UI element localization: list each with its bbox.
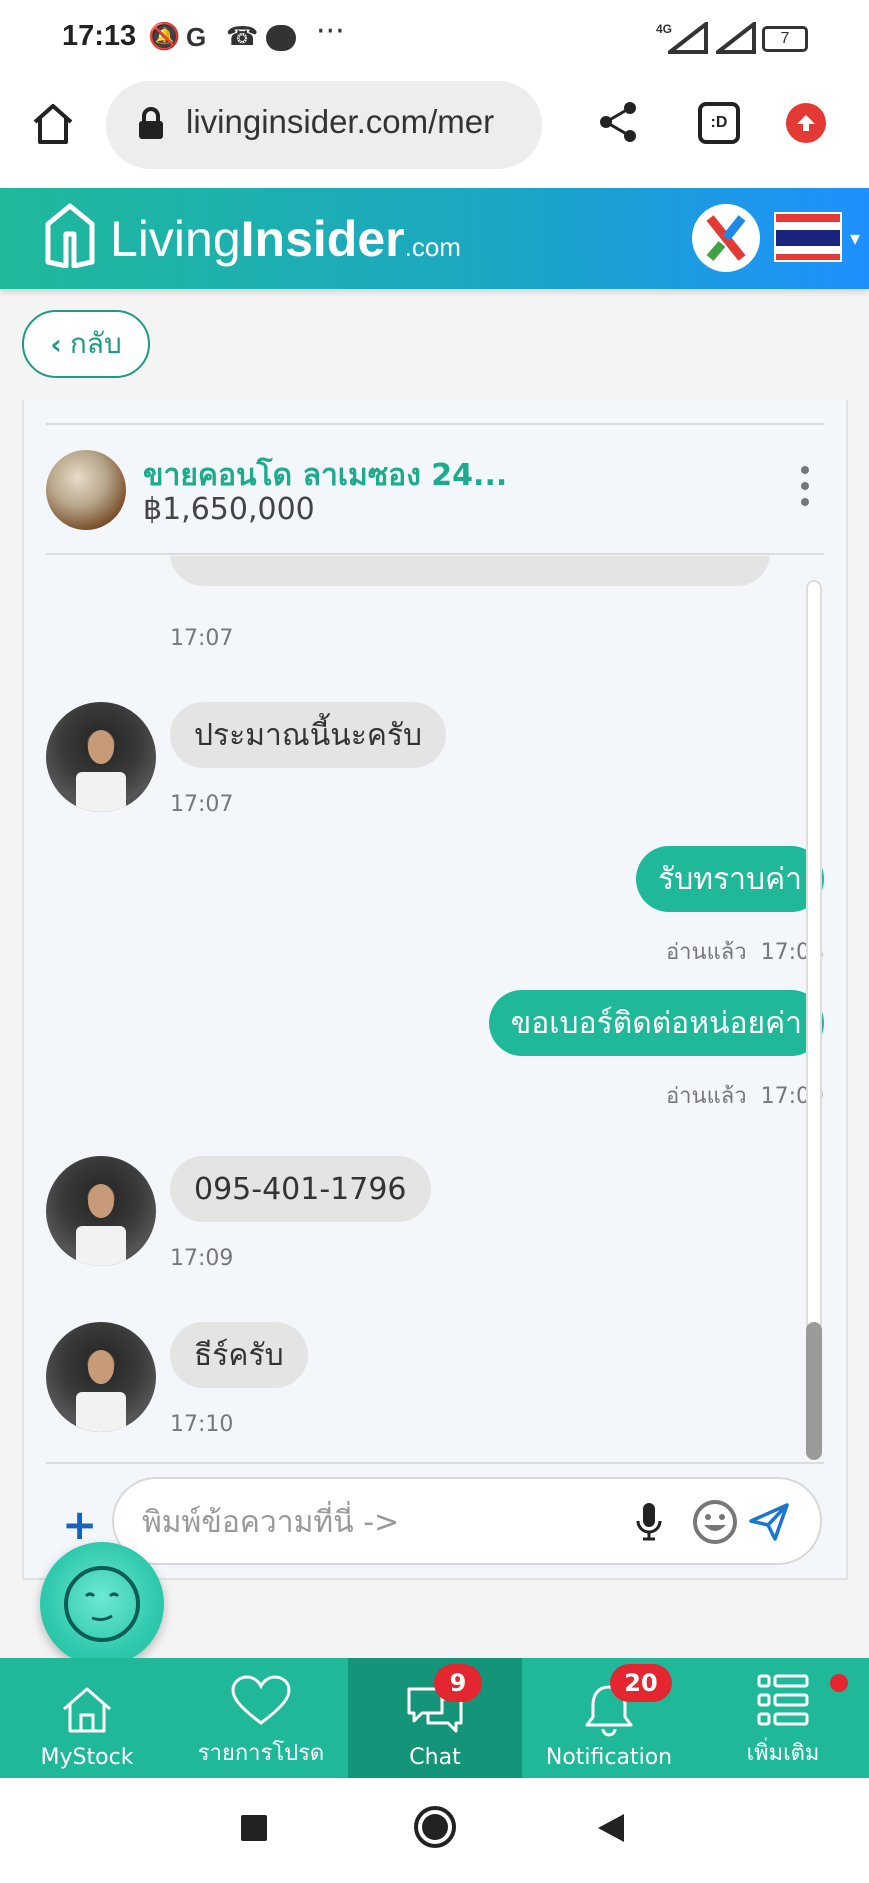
send-icon[interactable]: [748, 1501, 790, 1543]
read-label: อ่านแล้ว: [665, 1084, 747, 1109]
chat-badge: 9: [434, 1664, 482, 1702]
home-button-icon[interactable]: [414, 1806, 456, 1848]
message-bubble[interactable]: 095-401-1796: [170, 1156, 431, 1222]
emoji-icon[interactable]: [692, 1499, 738, 1545]
listing-thumbnail[interactable]: [46, 450, 126, 530]
menu-list-icon: [757, 1674, 809, 1726]
back-button[interactable]: ‹ กลับ: [22, 310, 150, 378]
tabs-icon[interactable]: :D: [698, 102, 740, 144]
bottom-navigation: MyStock รายการโปรด Chat 9 Notification 2…: [0, 1658, 869, 1778]
chevron-left-icon: ‹: [50, 327, 62, 361]
heart-icon: [231, 1675, 291, 1725]
status-time: 17:13: [62, 20, 137, 52]
nav-label: Chat: [409, 1745, 461, 1770]
home-icon[interactable]: [30, 100, 76, 146]
divider: [46, 553, 824, 555]
logo-light: Living: [110, 211, 241, 267]
notification-badge: 20: [610, 1664, 672, 1702]
google-icon: G: [186, 22, 207, 52]
avatar[interactable]: [46, 702, 156, 812]
notification-muted-icon: 🔕: [148, 22, 181, 52]
nav-favorites[interactable]: รายการโปรด: [174, 1658, 348, 1778]
url-text: livinginsider.com/mer: [186, 103, 495, 140]
chatbot-face-icon[interactable]: [40, 1542, 164, 1666]
message-bubble: ธีร์ครับ: [170, 1322, 308, 1388]
message-time: 17:10: [170, 1412, 234, 1437]
message-list[interactable]: 17:07 ประมาณนี้นะครับ 17:07 รับทราบค่า อ…: [24, 556, 824, 1462]
more-dot-badge: [830, 1674, 848, 1692]
missed-call-icon: ☎: [226, 22, 259, 52]
nav-label: เพิ่มเติม: [746, 1741, 820, 1766]
message-status: อ่านแล้ว 17:09: [666, 1078, 824, 1113]
lock-icon: [139, 107, 163, 139]
message-input[interactable]: [142, 1497, 622, 1547]
thai-flag-icon[interactable]: [774, 212, 842, 262]
nav-label: รายการโปรด: [197, 1741, 325, 1766]
logo-bold: Insider: [240, 211, 405, 267]
site-header: LivingInsider.com ▾: [0, 188, 869, 289]
divider: [46, 423, 824, 425]
nav-chat[interactable]: Chat 9: [348, 1658, 522, 1778]
message-status: อ่านแล้ว 17:08: [666, 934, 824, 969]
battery-level: 7: [780, 30, 790, 47]
nav-label: MyStock: [40, 1745, 134, 1770]
message-bubble: ประมาณนี้นะครับ: [170, 702, 447, 768]
livinginsider-logo-icon[interactable]: [44, 202, 96, 268]
logo-suffix: .com: [404, 232, 461, 262]
share-icon[interactable]: [596, 100, 640, 144]
nav-notification[interactable]: Notification 20: [522, 1658, 696, 1778]
recent-apps-icon[interactable]: [241, 1815, 267, 1841]
site-logo[interactable]: LivingInsider.com: [110, 210, 461, 268]
listing-price: ฿1,650,000: [143, 492, 315, 527]
update-icon[interactable]: [786, 103, 826, 143]
message-time: 17:07: [170, 626, 234, 651]
more-options-icon[interactable]: [795, 466, 815, 506]
avatar[interactable]: [46, 1156, 156, 1266]
microphone-icon[interactable]: [634, 1501, 664, 1543]
home-icon: [63, 1687, 111, 1733]
message-bubble: [170, 556, 770, 586]
avatar[interactable]: [46, 1322, 156, 1432]
browser-toolbar: livinginsider.com/mer :D: [0, 78, 869, 188]
battery-icon: 7: [762, 26, 808, 52]
language-dropdown-icon[interactable]: ▾: [850, 226, 860, 250]
back-label: กลับ: [69, 327, 122, 360]
message-time: 17:07: [170, 792, 234, 817]
partner-x-icon[interactable]: [692, 204, 760, 272]
nav-label: Notification: [545, 1745, 673, 1770]
signal-icon: [668, 22, 708, 54]
scrollbar-thumb[interactable]: [806, 1322, 822, 1460]
url-bar[interactable]: livinginsider.com/mer: [106, 81, 542, 169]
message-input-box[interactable]: [112, 1477, 822, 1565]
read-label: อ่านแล้ว: [665, 940, 747, 965]
back-nav-icon[interactable]: [596, 1812, 626, 1844]
signal-icon-2: [716, 22, 756, 54]
status-bar: 17:13 🔕 G ☎ ··· 4G 7: [0, 0, 869, 78]
message-time: 17:09: [170, 1246, 234, 1271]
divider: [46, 1462, 824, 1464]
system-navigation-bar: [0, 1778, 869, 1883]
message-bubble-outgoing: รับทราบค่า: [636, 846, 824, 912]
line-app-icon: [266, 25, 296, 51]
message-bubble-outgoing: ขอเบอร์ติดต่อหน่อยค่า: [488, 990, 824, 1056]
nav-more[interactable]: เพิ่มเติม: [696, 1658, 869, 1778]
nav-mystock[interactable]: MyStock: [0, 1658, 174, 1778]
more-icon: ···: [316, 14, 345, 49]
